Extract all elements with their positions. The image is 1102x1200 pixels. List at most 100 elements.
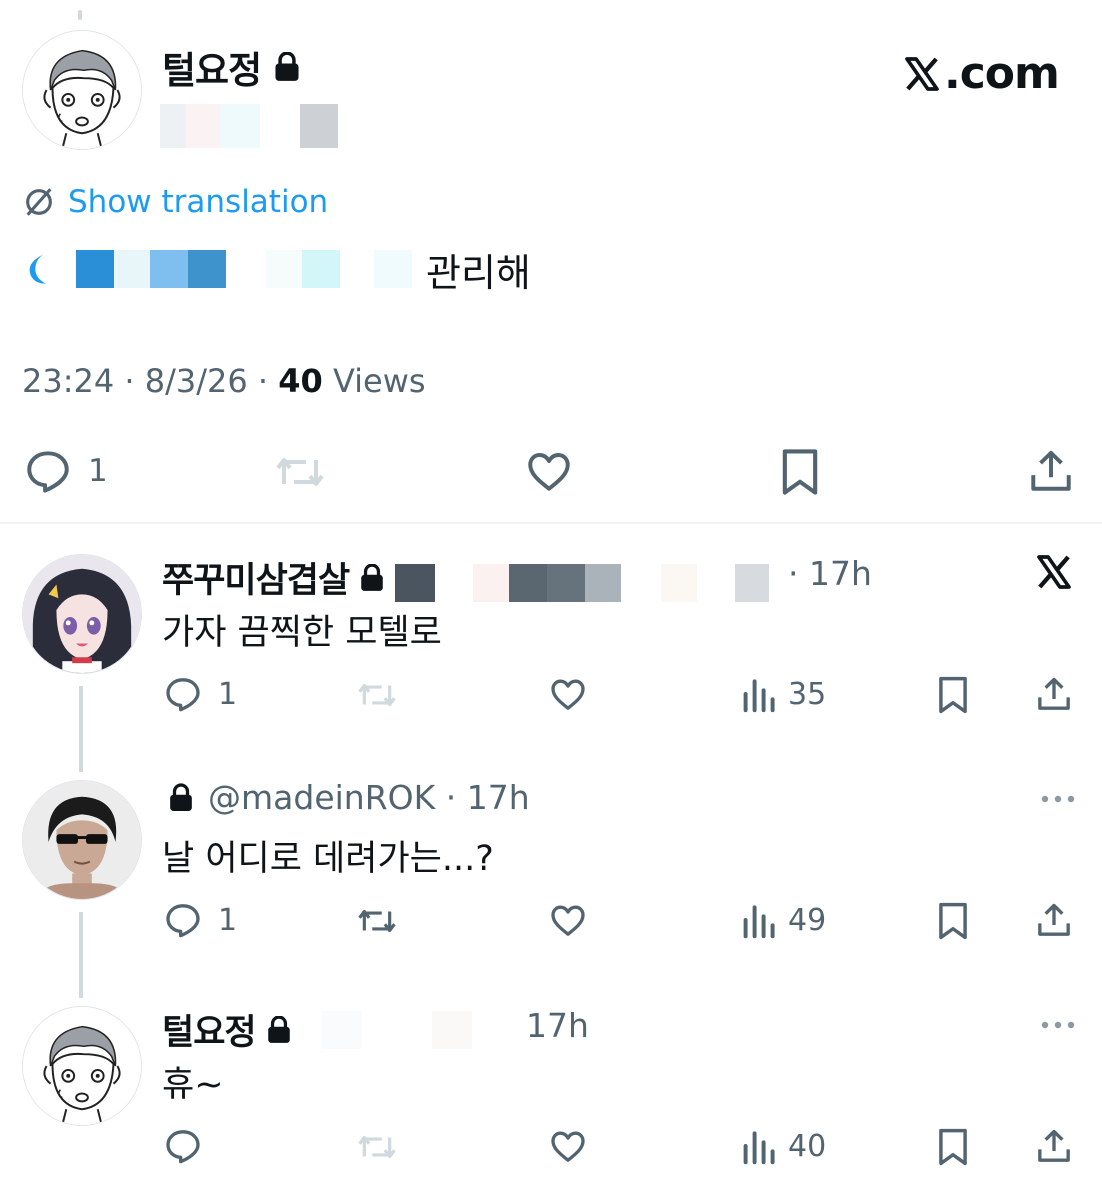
reply-icon (162, 674, 204, 714)
views-button[interactable]: 49 (742, 900, 826, 940)
views-icon (742, 1126, 778, 1166)
like-icon (546, 1126, 590, 1166)
share-icon (1034, 1126, 1074, 1166)
bookmark-button[interactable] (776, 446, 824, 498)
views-icon (742, 900, 778, 940)
handle[interactable]: @madeinROK (208, 778, 435, 817)
like-button[interactable] (546, 1126, 590, 1166)
reply-count: 1 (218, 676, 238, 712)
more-icon[interactable] (1040, 1020, 1076, 1030)
avatar-reply-1[interactable] (22, 554, 142, 674)
retweet-icon (354, 676, 400, 714)
tweet-detail-screen: 털요정 .com Show translation 관리해 23:24 · 8/… (0, 0, 1102, 1200)
views-button[interactable]: 40 (742, 1126, 826, 1166)
reply-2-action-bar: 1 49 (0, 898, 1102, 944)
tweet-meta: 23:24 · 8/3/26 · 40 Views (22, 362, 426, 400)
bookmark-button[interactable] (934, 1126, 972, 1168)
reply-icon (162, 900, 204, 940)
share-button[interactable] (1034, 900, 1074, 940)
reply-3-author[interactable]: 털요정 (162, 1004, 472, 1055)
x-logo-icon (1034, 552, 1074, 592)
tweet-time[interactable]: 23:24 (22, 362, 114, 400)
bookmark-icon (934, 900, 972, 942)
avatar-main-author[interactable] (22, 30, 142, 150)
main-action-bar: 1 (0, 444, 1102, 500)
translate-icon (22, 185, 56, 219)
share-icon (1034, 900, 1074, 940)
reply-icon (162, 1126, 204, 1166)
view-count: 40 (788, 1128, 827, 1164)
time-label[interactable]: 17h (467, 778, 530, 817)
main-author-name[interactable]: 털요정 (162, 40, 301, 94)
reply-2-author[interactable]: @madeinROK · 17h (168, 778, 530, 817)
show-translation-button[interactable]: Show translation (22, 184, 328, 220)
divider (0, 522, 1102, 524)
reply-1-action-bar: 1 35 (0, 672, 1102, 718)
retweet-icon (354, 902, 400, 940)
redacted-handle (395, 563, 770, 602)
like-button[interactable] (522, 446, 576, 496)
like-button[interactable] (546, 900, 590, 940)
share-button[interactable] (1034, 1126, 1074, 1166)
reply-3-action-bar: 40 (0, 1124, 1102, 1170)
views-count: 40 (278, 362, 323, 400)
reply-1-author[interactable]: 쭈꾸미삼겹살 (162, 552, 770, 603)
reply-button[interactable]: 1 (162, 674, 237, 714)
retweet-icon (354, 1128, 400, 1166)
display-name[interactable]: 쭈꾸미삼겹살 (162, 552, 350, 603)
moon-emoji-icon (22, 249, 54, 289)
lock-icon (266, 1015, 292, 1044)
views-label: Views (332, 362, 426, 400)
tweet-date[interactable]: 8/3/26 (145, 362, 248, 400)
lock-icon (359, 563, 385, 592)
reply-count: 1 (88, 453, 108, 489)
thread-connector-top (78, 10, 82, 20)
main-tweet-body: 관리해 (22, 238, 531, 300)
bookmark-button[interactable] (934, 900, 972, 942)
logo-text: .com (944, 48, 1060, 99)
reply-3-time[interactable]: 17h (526, 1006, 589, 1045)
tweet-text: 관리해 (426, 250, 531, 295)
retweet-icon (272, 448, 328, 496)
retweet-button[interactable] (354, 902, 400, 940)
share-icon (1026, 446, 1076, 496)
reply-1-text: 가자 끔찍한 모텔로 (162, 613, 442, 653)
reply-button[interactable]: 1 (22, 446, 108, 496)
like-button[interactable] (546, 674, 590, 714)
like-icon (522, 446, 576, 496)
view-count: 35 (788, 676, 827, 712)
views-icon (742, 674, 778, 714)
lock-icon (168, 782, 194, 813)
x-logo-icon (902, 54, 942, 94)
reply-1-time[interactable]: · 17h (788, 554, 872, 593)
retweet-button-disabled (354, 676, 400, 714)
avatar-reply-2[interactable] (22, 780, 142, 900)
redacted-text (76, 250, 412, 288)
reply-button[interactable]: 1 (162, 900, 237, 940)
reply-2-text: 날 어디로 데려가는...? (162, 839, 494, 879)
avatar-reply-3[interactable] (22, 1006, 142, 1126)
time-label[interactable]: 17h (809, 554, 872, 593)
views-button[interactable]: 35 (742, 674, 826, 714)
bookmark-icon (934, 674, 972, 716)
show-translation-label[interactable]: Show translation (68, 184, 328, 220)
bookmark-button[interactable] (934, 674, 972, 716)
retweet-button-disabled (354, 1128, 400, 1166)
x-com-logo: .com (902, 48, 1060, 99)
more-icon[interactable] (1040, 794, 1076, 804)
redacted-handle (321, 1010, 472, 1049)
display-name[interactable]: 털요정 (162, 1004, 257, 1055)
lock-icon (273, 52, 301, 82)
share-button[interactable] (1026, 446, 1076, 496)
bookmark-icon (934, 1126, 972, 1168)
like-icon (546, 674, 590, 714)
share-icon (1034, 674, 1074, 714)
retweet-button-disabled (272, 448, 328, 496)
reply-button[interactable] (162, 1126, 218, 1166)
bookmark-icon (776, 446, 824, 498)
reply-count: 1 (218, 902, 238, 938)
share-button[interactable] (1034, 674, 1074, 714)
view-count: 49 (788, 902, 827, 938)
display-name[interactable]: 털요정 (162, 40, 262, 94)
like-icon (546, 900, 590, 940)
